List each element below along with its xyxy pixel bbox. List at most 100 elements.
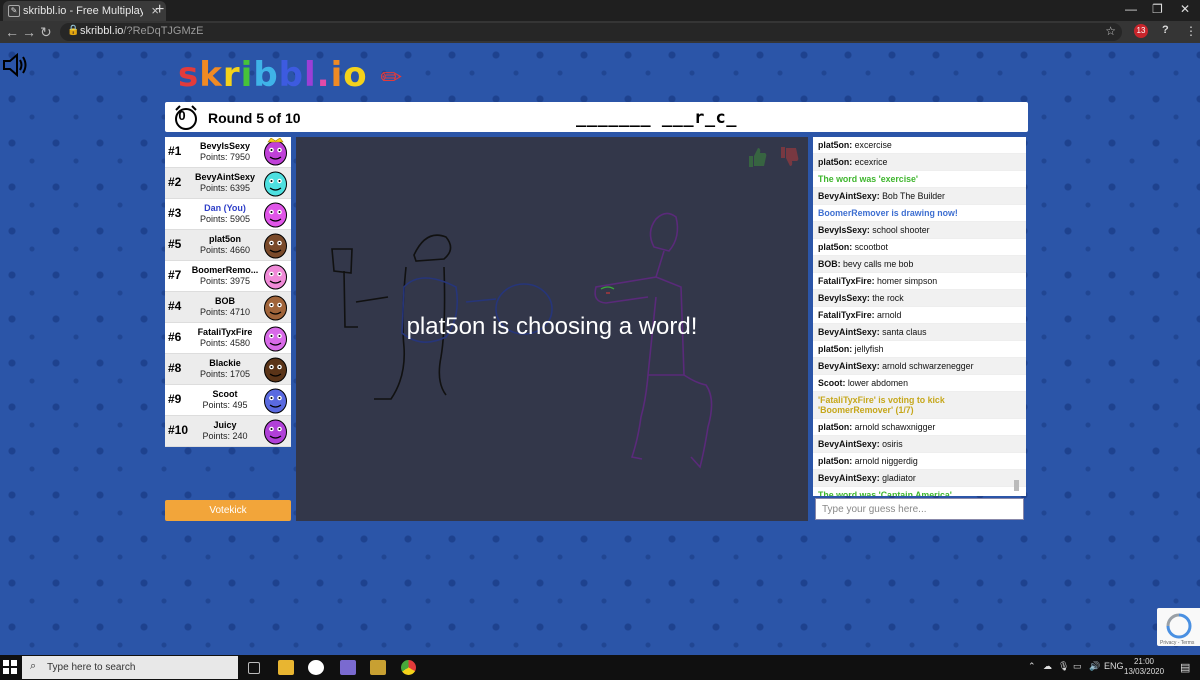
player-name: Blackie [209, 358, 241, 368]
chat-user: BOB [818, 259, 838, 269]
chat-message: plat5on: excercise [813, 137, 1026, 154]
chat-user: FataliTyxFire [818, 310, 872, 320]
discord-icon[interactable] [340, 660, 356, 675]
tab-title: skribbl.io - Free Multiplayer Drawi [23, 5, 143, 17]
chat-user: BevyAintSexy [818, 361, 877, 371]
chat-user: BevyIsSexy [818, 293, 867, 303]
forward-icon[interactable]: → [22, 24, 36, 40]
chat-scrollbar[interactable] [1014, 141, 1022, 493]
player-avatar [264, 138, 287, 166]
microphone-icon[interactable]: 🎙 [1058, 661, 1069, 672]
back-icon[interactable]: ← [5, 24, 19, 40]
guess-input[interactable]: Type your guess here... [815, 498, 1024, 520]
chat-user: plat5on [818, 242, 850, 252]
player-row[interactable]: #6 FataliTyxFire Points: 4580 [165, 323, 291, 354]
reload-icon[interactable]: ↻ [40, 24, 52, 41]
player-rank: #4 [168, 299, 182, 313]
player-avatar [264, 264, 287, 290]
url-host: skribbl.io [80, 25, 124, 37]
chat-user: BevyAintSexy [818, 327, 877, 337]
round-counter: Round 5 of 10 [208, 110, 301, 126]
windows-taskbar: ⌕ Type here to search ⌃ ☁ 🎙 ▭ 🔊 ENG 21:0… [0, 655, 1200, 680]
word-hint: _______ ___r_c_ [576, 108, 738, 128]
player-points: Points: 6395 [199, 183, 251, 193]
bookmark-star-icon[interactable]: ☆ [1105, 24, 1116, 38]
player-points: Points: 7950 [199, 152, 251, 162]
notifications-icon[interactable]: ▤ [1180, 661, 1190, 674]
player-row[interactable]: #8 Blackie Points: 1705 [165, 354, 291, 385]
player-name: BoomerRemo... [191, 265, 259, 275]
player-rank: #7 [168, 268, 182, 282]
chat-text: arnold schawxnigger [854, 422, 936, 432]
player-name: FataliTyxFire [197, 327, 253, 337]
player-row[interactable]: #10 Juicy Points: 240 [165, 416, 291, 447]
player-row[interactable]: #2 BevyAintSexy Points: 6395 [165, 168, 291, 199]
chat-user: plat5on [818, 157, 850, 167]
chat-system-text: 'FataliTyxFire' is voting to kick 'Boome… [818, 395, 945, 415]
player-points: Points: 495 [202, 400, 248, 410]
file-explorer-icon[interactable] [278, 660, 294, 675]
new-tab-icon[interactable]: + [155, 1, 164, 19]
network-icon[interactable]: ▭ [1073, 661, 1082, 672]
chat-user: plat5on [818, 344, 850, 354]
player-row[interactable]: #1 BevyIsSexy Points: 7950 [165, 137, 291, 168]
minimize-icon[interactable]: — [1125, 2, 1137, 16]
player-avatar [264, 326, 287, 352]
chat-log[interactable]: plat5on: excercise plat5on: ecexrice The w… [813, 137, 1026, 496]
player-row[interactable]: #3 Dan (You) Points: 5905 [165, 199, 291, 230]
player-points: Points: 4660 [199, 245, 251, 255]
player-name: BevyAintSexy [194, 172, 256, 182]
player-name: BevyIsSexy [199, 141, 251, 151]
chat-system-text: The word was 'Captain America' [818, 490, 952, 496]
taskbar-search[interactable]: ⌕ Type here to search [22, 656, 238, 679]
chat-user: plat5on [818, 456, 850, 466]
player-name: Dan (You) [204, 203, 246, 213]
menu-icon[interactable]: ⋮ [1185, 24, 1197, 38]
recaptcha-links[interactable]: Privacy - Terms [1160, 640, 1194, 646]
chat-text: homer simpson [877, 276, 938, 286]
player-points: Points: 1705 [199, 369, 251, 379]
browser-tab[interactable]: ✎ skribbl.io - Free Multiplayer Drawi × [3, 1, 166, 21]
player-avatar [264, 388, 287, 414]
task-view-icon[interactable] [248, 662, 260, 674]
chat-message: BOB: bevy calls me bob [813, 256, 1026, 273]
player-points: Points: 5905 [199, 214, 251, 224]
speaker-icon[interactable] [2, 53, 28, 77]
taskbar-search-placeholder: Type here to search [47, 662, 136, 673]
help-icon[interactable]: ? [1162, 24, 1169, 36]
app-icon[interactable] [308, 660, 324, 675]
chat-system-text: BoomerRemover is drawing now! [818, 208, 958, 218]
volume-icon[interactable]: 🔊 [1089, 661, 1100, 672]
taskbar-clock[interactable]: 21:00 13/03/2020 [1124, 657, 1164, 677]
chat-text: school shooter [872, 225, 930, 235]
windows-start-icon[interactable] [3, 660, 17, 674]
player-rank: #1 [168, 144, 182, 158]
chrome-icon[interactable] [401, 660, 416, 675]
address-bar[interactable]: 🔒 skribbl.io/?ReDqTJGMzE ☆ [60, 23, 1122, 41]
player-row[interactable]: #9 Scoot Points: 495 [165, 385, 291, 416]
thumbs-down-icon[interactable] [777, 145, 801, 169]
player-points: Points: 4710 [199, 307, 251, 317]
maximize-icon[interactable]: ❐ [1152, 2, 1163, 16]
player-rank: #8 [168, 361, 182, 375]
player-row[interactable]: #7 BoomerRemo... Points: 3975 [165, 261, 291, 292]
chat-scroll-thumb[interactable] [1014, 480, 1019, 491]
chat-text: osiris [882, 439, 903, 449]
votekick-button[interactable]: Votekick [165, 500, 291, 521]
extension-badge-icon[interactable]: 13 [1134, 24, 1148, 38]
player-row[interactable]: #4 BOB Points: 4710 [165, 292, 291, 323]
player-name: BOB [215, 296, 235, 306]
player-name: Scoot [212, 389, 238, 399]
chat-user: BevyAintSexy [818, 473, 877, 483]
player-rank: #3 [168, 206, 182, 220]
skribbl-favicon-icon: ✎ [8, 5, 20, 17]
close-window-icon[interactable]: ✕ [1180, 2, 1190, 16]
chat-message: plat5on: jellyfish [813, 341, 1026, 358]
thumbs-up-icon[interactable] [745, 145, 769, 169]
language-indicator[interactable]: ENG [1104, 661, 1124, 671]
player-row[interactable]: #5 plat5on Points: 4660 [165, 230, 291, 261]
player-avatar [264, 357, 287, 383]
game-launcher-icon[interactable] [370, 660, 386, 675]
weather-icon[interactable]: ☁ [1043, 661, 1052, 672]
tray-chevron-icon[interactable]: ⌃ [1028, 661, 1036, 672]
